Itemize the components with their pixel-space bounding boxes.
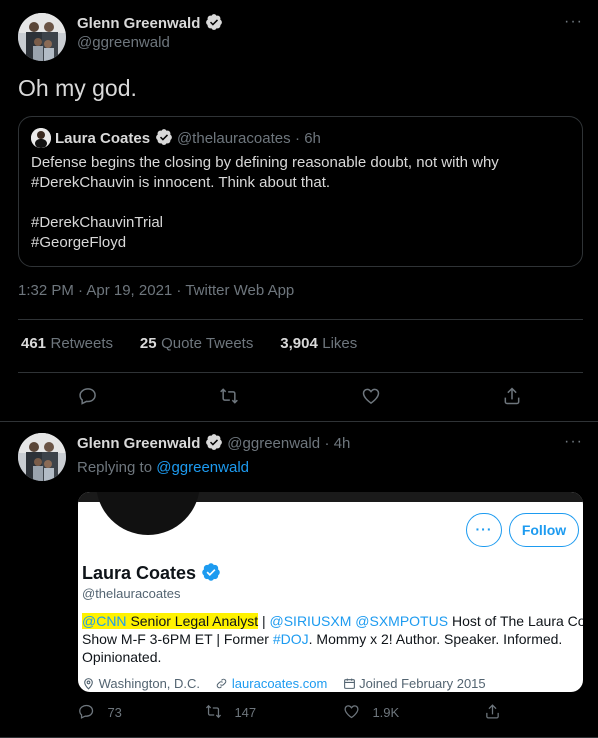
replying-to: Replying to @ggreenwald xyxy=(77,459,250,476)
quoted-author-name: Laura Coates xyxy=(55,130,151,147)
tweet-stats: 461 Retweets 25 Quote Tweets 3,904 Likes xyxy=(21,335,357,353)
quoted-author-handle: @thelauracoates xyxy=(176,130,291,147)
reply-more-options-icon[interactable]: ··· xyxy=(564,433,583,451)
profile-joined: Joined February 2015 xyxy=(359,676,486,691)
verified-badge-icon xyxy=(155,129,177,147)
reply-action-likes[interactable]: 1.9K xyxy=(343,703,399,722)
reply-author-name[interactable]: Glenn Greenwald xyxy=(77,435,200,452)
author-name[interactable]: Glenn Greenwald xyxy=(77,15,200,32)
verified-badge-icon xyxy=(201,563,221,583)
author-avatar[interactable] xyxy=(18,13,66,61)
replying-to-link[interactable]: @ggreenwald xyxy=(156,459,249,476)
likes-stat[interactable]: 3,904 Likes xyxy=(280,335,357,352)
verified-badge-icon xyxy=(205,14,223,32)
tweet-timestamp[interactable]: 1:32 PM · Apr 19, 2021 · Twitter Web App xyxy=(18,282,294,299)
reply-action-retweets[interactable]: 147 xyxy=(205,703,256,722)
more-options-icon[interactable]: ··· xyxy=(564,13,583,31)
profile-bio: @CNN Senior Legal Analyst | @SIRIUSXM @S… xyxy=(82,613,583,665)
reply-action-share[interactable] xyxy=(484,703,501,725)
profile-handle: @thelauracoates xyxy=(82,586,181,601)
quoted-time: · 6h xyxy=(295,130,321,147)
reply-icon xyxy=(79,704,94,719)
like-icon xyxy=(344,705,359,719)
profile-photo xyxy=(96,492,200,535)
retweets-stat[interactable]: 461 Retweets xyxy=(21,335,113,352)
reply-icon[interactable] xyxy=(78,386,98,406)
profile-location: Washington, D.C. xyxy=(98,676,201,691)
share-icon[interactable] xyxy=(502,386,522,406)
tweet-text: Oh my god. xyxy=(18,75,137,101)
profile-more-button[interactable]: ··· xyxy=(466,513,502,547)
retweet-icon xyxy=(205,704,222,719)
profile-card-image[interactable]: ··· Follow Laura Coates @thelauracoates … xyxy=(78,492,583,692)
retweet-icon[interactable] xyxy=(219,386,239,406)
share-icon xyxy=(486,704,499,719)
more-icon: ··· xyxy=(475,521,493,537)
profile-website: lauracoates.com xyxy=(231,676,328,691)
link-icon xyxy=(215,676,232,691)
follow-button[interactable]: Follow xyxy=(509,513,579,547)
reply-author-avatar[interactable] xyxy=(18,433,66,481)
author-handle[interactable]: @ggreenwald xyxy=(77,34,170,51)
reply-time[interactable]: · 4h xyxy=(325,435,351,452)
profile-meta: Washington, D.C. lauracoates.com Joined … xyxy=(82,676,486,691)
quoted-author-avatar xyxy=(31,128,51,148)
reply-action-replies[interactable]: 73 xyxy=(78,703,122,722)
verified-badge-icon xyxy=(205,434,227,452)
reply-author-handle[interactable]: @ggreenwald xyxy=(227,435,320,452)
like-icon[interactable] xyxy=(361,386,381,406)
quoted-tweet-text: Defense begins the closing by defining r… xyxy=(31,154,499,251)
quote-tweets-stat[interactable]: 25 Quote Tweets xyxy=(140,335,253,352)
profile-name: Laura Coates xyxy=(82,563,197,583)
location-icon xyxy=(82,676,99,691)
calendar-icon xyxy=(343,676,360,691)
